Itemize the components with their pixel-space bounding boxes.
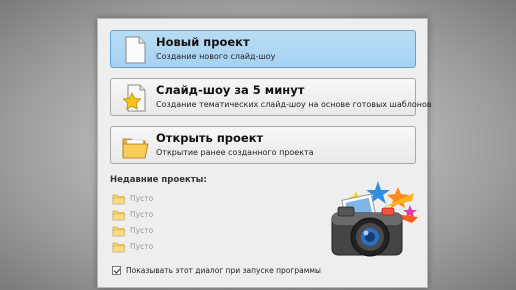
show-on-startup-checkbox[interactable]: Показывать этот диалог при запуске прогр…: [112, 265, 352, 277]
quick-slideshow-title: Слайд-шоу за 5 минут: [156, 83, 305, 97]
recent-project-label: Пусто: [130, 226, 154, 235]
folder-icon: [112, 194, 126, 205]
recent-project-item: Пусто: [112, 209, 192, 221]
new-project-description: Создание нового слайд-шоу: [156, 52, 276, 61]
recent-projects-heading: Недавние проекты:: [110, 175, 207, 185]
show-on-startup-label: Показывать этот диалог при запуске прогр…: [126, 266, 321, 275]
open-folder-icon: [122, 138, 149, 159]
folder-icon: [112, 242, 126, 253]
open-project-description: Открытие ранее созданного проекта: [156, 148, 314, 157]
camera-logo-icon: [331, 181, 418, 257]
recent-project-item: Пусто: [112, 241, 192, 253]
star-page-icon: [122, 84, 146, 112]
recent-project-item: Пусто: [112, 193, 192, 205]
startup-dialog: Новый проект Создание нового слайд-шоу С…: [97, 18, 432, 288]
recent-project-label: Пусто: [130, 194, 154, 203]
new-project-title: Новый проект: [156, 35, 250, 49]
recent-project-label: Пусто: [130, 210, 154, 219]
open-project-button[interactable]: Открыть проект Открытие ранее созданного…: [110, 126, 416, 164]
open-project-title: Открыть проект: [156, 131, 264, 145]
blank-page-icon: [125, 36, 146, 64]
folder-icon: [112, 210, 126, 221]
checkbox-box[interactable]: [112, 266, 121, 275]
recent-project-item: Пусто: [112, 225, 192, 237]
quick-slideshow-button[interactable]: Слайд-шоу за 5 минут Создание тематическ…: [110, 78, 432, 116]
new-project-button[interactable]: Новый проект Создание нового слайд-шоу: [110, 30, 416, 68]
quick-slideshow-description: Создание тематических слайд-шоу на основ…: [156, 100, 432, 109]
folder-icon: [112, 226, 126, 237]
recent-project-label: Пусто: [130, 242, 154, 251]
